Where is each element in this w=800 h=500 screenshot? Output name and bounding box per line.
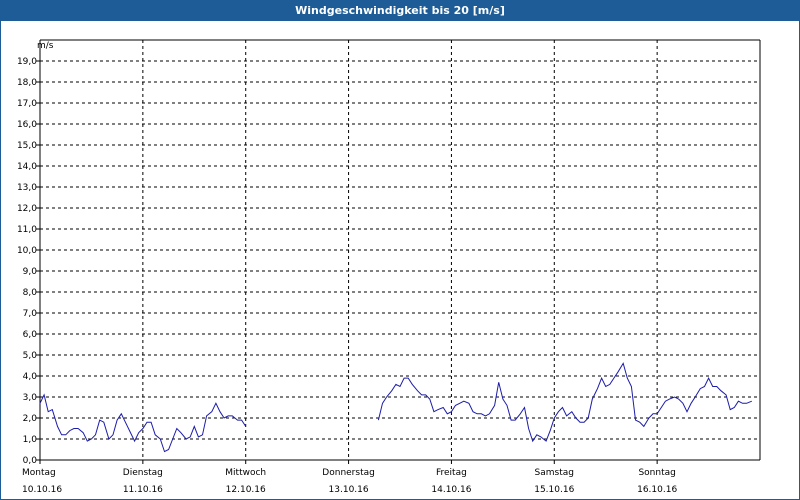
x-tick-day: Samstag xyxy=(535,468,574,478)
y-tick-label: 19,0 xyxy=(17,57,37,67)
y-tick-label: 4,0 xyxy=(23,372,38,382)
y-tick-label: 7,0 xyxy=(23,309,38,319)
y-tick-label: 15,0 xyxy=(17,141,37,151)
x-tick-day: Mittwoch xyxy=(225,468,266,478)
y-tick-label: 9,0 xyxy=(23,267,38,277)
y-tick-label: 5,0 xyxy=(23,351,38,361)
y-tick-label: 0,0 xyxy=(23,456,38,466)
x-tick-date: 12.10.16 xyxy=(226,485,266,495)
y-tick-label: 17,0 xyxy=(17,99,37,109)
wind-speed-line xyxy=(377,362,752,443)
x-tick-date: 13.10.16 xyxy=(329,485,369,495)
tick-labels: 0,0 1,0 2,0 3,0 4,0 5,0 6,0 7,0 8,0 9,0 10,0 11,0 12… xyxy=(17,57,678,495)
y-axis-label: m/s xyxy=(37,41,54,51)
x-tick-day: Freitag xyxy=(436,468,467,478)
y-tick-label: 16,0 xyxy=(17,120,37,130)
y-tick-label: 11,0 xyxy=(17,225,37,235)
x-tick-date: 14.10.16 xyxy=(431,485,471,495)
axes xyxy=(36,39,761,464)
x-tick-day: Sonntag xyxy=(638,468,675,478)
grid xyxy=(40,39,760,460)
y-tick-label: 14,0 xyxy=(17,162,37,172)
y-tick-label: 12,0 xyxy=(17,204,37,214)
y-tick-label: 10,0 xyxy=(17,246,37,256)
y-tick-label: 1,0 xyxy=(23,435,38,445)
y-tick-label: 3,0 xyxy=(23,393,38,403)
x-tick-day: Montag xyxy=(22,468,56,478)
x-tick-date: 16.10.16 xyxy=(637,485,677,495)
y-tick-label: 13,0 xyxy=(17,183,37,193)
y-tick-label: 6,0 xyxy=(23,330,38,340)
x-tick-day: Donnerstag xyxy=(322,468,375,478)
x-tick-date: 10.10.16 xyxy=(22,485,62,495)
y-tick-label: 2,0 xyxy=(23,414,38,424)
x-tick-date: 15.10.16 xyxy=(534,485,574,495)
x-tick-date: 11.10.16 xyxy=(123,485,163,495)
y-tick-label: 18,0 xyxy=(17,78,37,88)
wind-speed-chart: 0,0 1,0 2,0 3,0 4,0 5,0 6,0 7,0 8,0 9,0 10,0 11,0 12… xyxy=(17,39,761,495)
y-tick-label: 8,0 xyxy=(23,288,38,298)
x-tick-day: Dienstag xyxy=(123,468,163,478)
series-line xyxy=(39,362,752,453)
